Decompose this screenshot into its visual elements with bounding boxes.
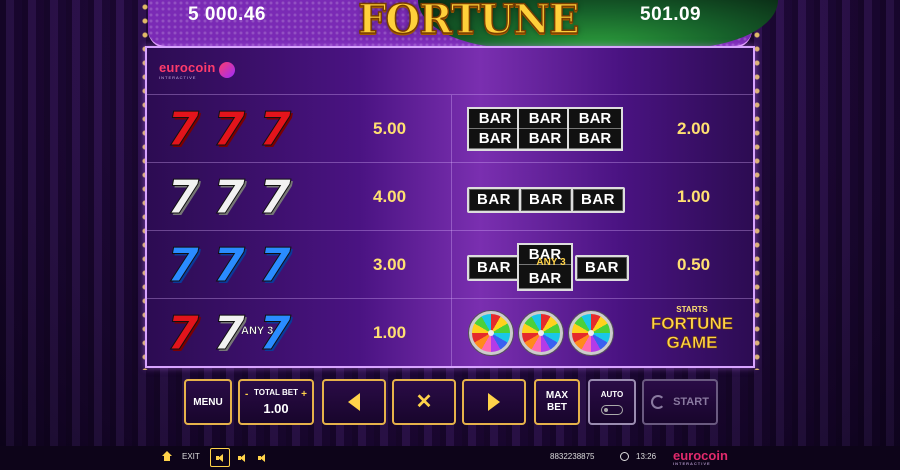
seven-glyph: 7 (212, 238, 246, 292)
clock-time: 13:26 (636, 452, 657, 461)
paytable-row-2: 7 7 7 4.00 BAR BAR BAR 1.00 (147, 163, 753, 231)
bar-text: BAR (571, 187, 625, 213)
bar-text: BAR (575, 255, 629, 281)
eurocoin-footer-logo: eurocoin INTERACTIVE (673, 448, 728, 466)
sound-mid-icon[interactable] (238, 454, 246, 462)
seven-glyph: 7 (258, 170, 292, 224)
ticket-id: 8832238875 (550, 452, 595, 461)
starts-label: STARTS (676, 305, 708, 314)
paytable-row-1: 7 7 7 5.00 BAR BAR BAR BAR BAR BAR 2.00 (147, 95, 753, 163)
seven-glyph: 7 (166, 306, 200, 360)
fortune-wheel-icon (569, 311, 613, 355)
spin-icon (651, 395, 666, 409)
balance-display: 5 000.46 (188, 4, 266, 25)
seven-glyph: 7 (212, 102, 246, 156)
bottom-bar: EXIT 8832238875 13:26 eurocoin INTERACTI… (0, 446, 900, 470)
auto-toggle-icon (601, 404, 623, 415)
bar-text: BAR (469, 129, 521, 149)
total-bet-control[interactable]: - + TOTAL BET 1.00 (238, 379, 314, 425)
bar-text: BAR (467, 255, 521, 281)
payout-value: 0.50 (677, 255, 711, 274)
bar-stack: BAR BAR (517, 107, 573, 151)
payout-value: 1.00 (677, 187, 711, 206)
brand-mark-icon (219, 62, 235, 78)
paytable-row-4: 7 7 7 ANY 3 1.00 STARTS FORTUNE GAME (147, 299, 753, 367)
single-bar-symbol: BAR BAR BAR (467, 175, 637, 221)
auto-play-button[interactable]: AUTO (588, 379, 636, 425)
seven-glyph: 7 (166, 170, 200, 224)
clock-icon (620, 452, 629, 461)
paytable-panel: eurocoin INTERACTIVE 7 7 7 5.00 BAR BAR B… (145, 46, 755, 368)
exit-link[interactable]: EXIT (182, 452, 200, 461)
paytable-row-3: 7 7 7 3.00 BAR BAR BAR ANY 3 BAR 0.50 (147, 231, 753, 299)
fortune-wheel-icon (519, 311, 563, 355)
any-3-label: ANY 3 (241, 325, 274, 337)
arrow-left-icon (348, 393, 360, 411)
fortune-game-feature: STARTS FORTUNE GAME (637, 305, 747, 352)
sound-mute-icon[interactable] (258, 454, 266, 462)
white-sevens-symbol: 7 7 7 (163, 170, 333, 224)
feature-line-2: GAME (666, 333, 718, 353)
decrease-bet-button[interactable]: - (245, 389, 248, 400)
payout-value: 2.00 (677, 119, 711, 138)
sound-on-button[interactable] (210, 448, 230, 467)
brand-sub: INTERACTIVE (159, 75, 197, 80)
seven-glyph: 7 (166, 238, 200, 292)
bar-text: BAR (569, 129, 621, 149)
win-display: 501.09 (640, 4, 702, 25)
payout-value: 1.00 (373, 323, 407, 342)
close-icon: ✕ (415, 391, 433, 413)
close-paytable-button[interactable]: ✕ (392, 379, 456, 425)
double-bar-symbol: BAR BAR BAR BAR BAR BAR (467, 107, 637, 153)
sound-on-icon (216, 454, 224, 462)
home-icon[interactable] (162, 451, 172, 461)
payout-value: 5.00 (373, 119, 407, 138)
max-bet-button[interactable]: MAX BET (534, 379, 580, 425)
any-bar-symbol: BAR BAR BAR ANY 3 BAR (467, 243, 637, 291)
increase-bet-button[interactable]: + (301, 389, 307, 400)
start-label: START (673, 396, 709, 408)
bar-text: BAR (469, 109, 521, 129)
seven-glyph: 7 (166, 102, 200, 156)
game-logo: FORTUNE (357, 0, 580, 44)
brand-name: eurocoin (159, 60, 216, 75)
seven-glyph: 7 (212, 170, 246, 224)
bar-text: BAR (519, 129, 571, 149)
red-sevens-symbol: 7 7 7 (163, 102, 333, 156)
seven-glyph: 7 (258, 102, 292, 156)
eurocoin-logo: eurocoin INTERACTIVE (159, 60, 235, 80)
fortune-wheel-icon (469, 311, 513, 355)
previous-page-button[interactable] (322, 379, 386, 425)
auto-label: AUTO (600, 389, 624, 399)
next-page-button[interactable] (462, 379, 526, 425)
menu-button[interactable]: MENU (184, 379, 232, 425)
menu-label: MENU (193, 396, 223, 408)
start-button[interactable]: START (642, 379, 718, 425)
blue-sevens-symbol: 7 7 7 (163, 238, 333, 292)
brand-row: eurocoin INTERACTIVE (147, 48, 753, 95)
max-bet-line-2: BET (547, 402, 567, 413)
bar-text: BAR (467, 187, 521, 213)
bar-text: BAR (519, 187, 573, 213)
feature-line-1: FORTUNE (650, 314, 734, 334)
max-bet-line-1: MAX (545, 390, 569, 401)
seven-glyph: 7 (258, 238, 292, 292)
payout-value: 4.00 (373, 187, 407, 206)
bar-text: BAR (519, 269, 571, 289)
any-3-label: ANY 3 (536, 257, 566, 268)
bar-text: BAR (519, 109, 571, 129)
mixed-sevens-symbol: 7 7 7 ANY 3 (163, 306, 333, 360)
bar-stack: BAR BAR (467, 107, 523, 151)
bar-text: BAR (569, 109, 621, 129)
arrow-right-icon (488, 393, 500, 411)
total-bet-value: 1.00 (263, 401, 289, 416)
payout-value: 3.00 (373, 255, 407, 274)
bar-stack: BAR BAR (567, 107, 623, 151)
total-bet-label: TOTAL BET (254, 388, 298, 397)
